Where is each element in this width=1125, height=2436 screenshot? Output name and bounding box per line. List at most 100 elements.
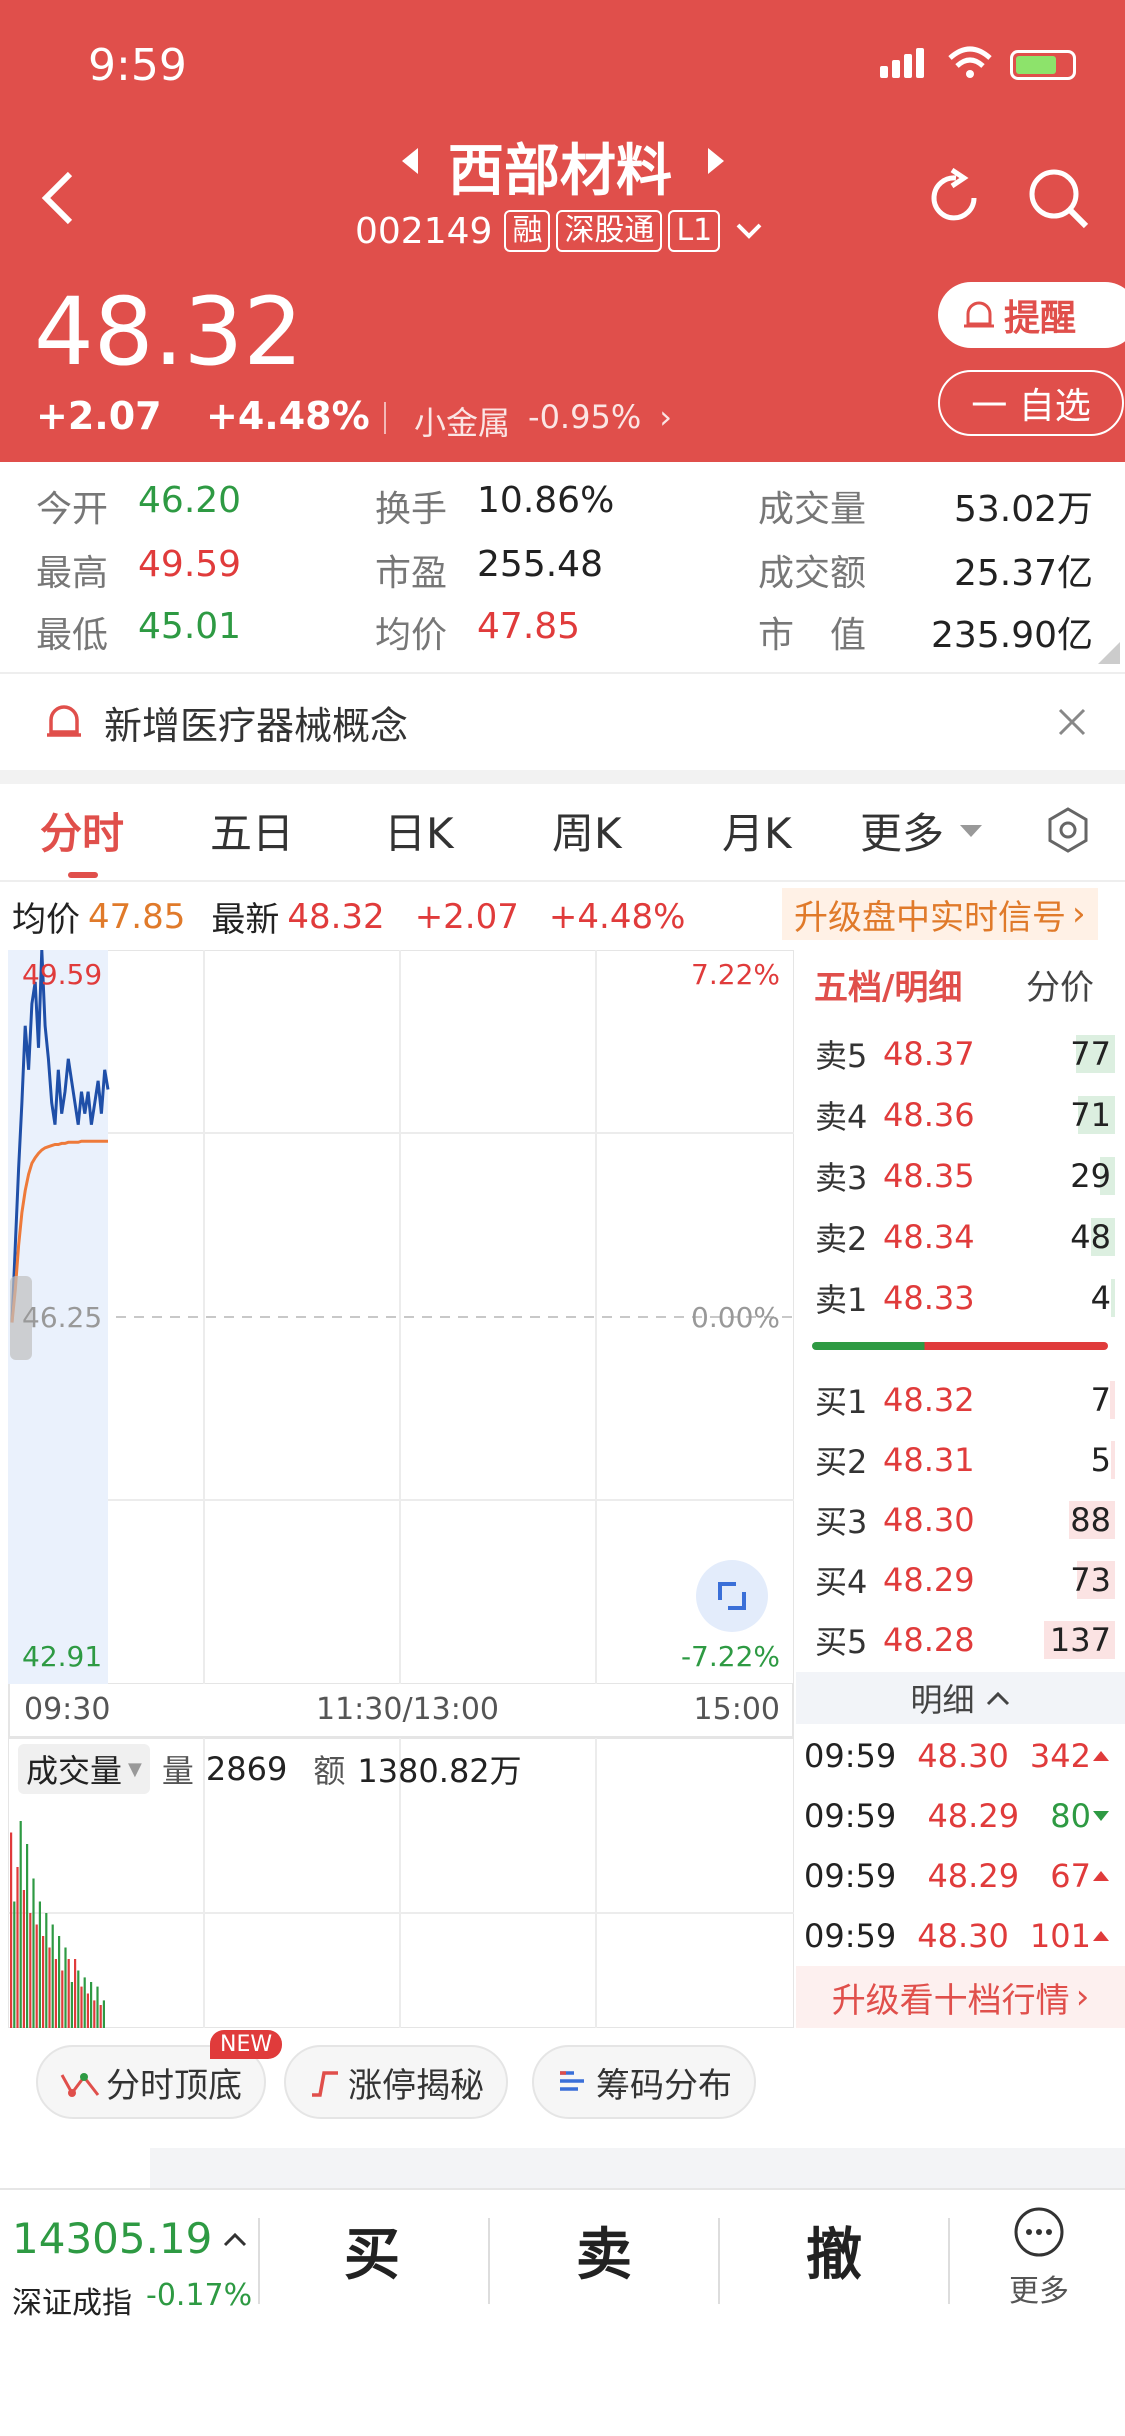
volume-bar (83, 1977, 86, 2028)
section-gap (0, 770, 1125, 784)
tab-daily-k[interactable]: 日K (384, 800, 454, 861)
related-concepts-strip (150, 2148, 1125, 2188)
settings-icon[interactable] (1044, 806, 1092, 854)
stock-code-row: 002149 融 深股通 L1 (355, 210, 764, 252)
index-info: 深证成指 -0.17% (12, 2278, 252, 2322)
remind-label: 提醒 (1004, 298, 1077, 339)
chevron-up-icon (986, 1691, 1009, 1706)
volume-bar (61, 1970, 64, 2028)
upgrade-signal-link[interactable]: 升级盘中实时信号 › (782, 888, 1098, 940)
close-icon[interactable] (1057, 707, 1087, 737)
back-icon[interactable] (40, 170, 76, 226)
tab-more[interactable]: 更多 (860, 800, 984, 861)
volume-bar (45, 1913, 48, 2028)
tab-intraday[interactable]: 分时 (40, 800, 124, 861)
bid-level-volume: 5 (1090, 1441, 1111, 1479)
status-time: 9:59 (88, 40, 187, 91)
bid-level[interactable]: 买5 48.28 137 (815, 1610, 1115, 1670)
ask-level[interactable]: 卖1 48.33 4 (815, 1268, 1115, 1328)
ask-level-label: 卖3 (815, 1159, 868, 1197)
more-button[interactable]: 更多 (1006, 2206, 1072, 2310)
expand-corner-icon[interactable] (1096, 640, 1122, 666)
bid-level[interactable]: 买1 48.32 7 (815, 1370, 1115, 1430)
watchlist-button[interactable]: 一 自选 (938, 370, 1124, 436)
search-icon[interactable] (1026, 166, 1092, 232)
chevron-right-icon: › (1072, 894, 1086, 934)
bid-level[interactable]: 买2 48.31 5 (815, 1430, 1115, 1490)
bid-level-label: 买3 (815, 1503, 868, 1541)
tool-chip-distribution[interactable]: 筹码分布 (532, 2045, 756, 2119)
cancel-button[interactable]: 撤 (806, 2210, 862, 2291)
ask-level-volume-cell: 77 (993, 1035, 1115, 1073)
low-label: 最低 (36, 615, 109, 656)
index-name: 深证成指 (12, 2286, 132, 2321)
bid-level-volume-cell: 73 (993, 1561, 1115, 1599)
bid-level-volume: 7 (1090, 1381, 1111, 1419)
volume-bar (86, 1993, 89, 2028)
volume-bar (70, 1982, 73, 2028)
high-value: 49.59 (138, 544, 242, 585)
chevron-down-icon[interactable] (734, 221, 764, 241)
volume-bar (102, 2000, 105, 2028)
price-change: +2.07 (36, 394, 162, 438)
volume-bar (54, 1959, 57, 2028)
upgrade-level10-link[interactable]: 升级看十档行情 › (796, 1966, 1125, 2028)
chevron-right-icon: › (659, 398, 673, 436)
ask-level[interactable]: 卖5 48.37 77 (815, 1024, 1115, 1084)
vol-value: 2869 (205, 1750, 288, 1788)
intraday-info: 均价 47.85 最新 48.32 +2.07 +4.48% (12, 892, 685, 941)
orderbook-tab-active[interactable]: 五档/明细 (814, 960, 962, 1009)
bid-level[interactable]: 买3 48.30 88 (815, 1490, 1115, 1550)
time-label-midday: 11:30/13:00 (316, 1692, 500, 1727)
tag-level: L1 (668, 210, 721, 252)
volume-bar (74, 1959, 77, 2028)
orderbook-tab-price[interactable]: 分价 (1026, 960, 1094, 1009)
bid-level-volume-cell: 5 (993, 1441, 1115, 1479)
tag-connect: 深股通 (556, 210, 663, 252)
bid-level-label: 买5 (815, 1623, 868, 1661)
bid-level-price: 48.32 (883, 1381, 975, 1419)
bid-level-price: 48.30 (883, 1501, 975, 1539)
ask-level[interactable]: 卖2 48.34 48 (815, 1207, 1115, 1267)
mcap-value: 235.90亿 (931, 615, 1093, 656)
caret-down-icon (960, 824, 983, 837)
prev-stock-icon[interactable] (398, 146, 422, 176)
next-stock-icon[interactable] (704, 146, 728, 176)
sector-link[interactable]: 小金属 -0.95% › (414, 398, 672, 444)
tab-weekly-k[interactable]: 周K (552, 800, 622, 861)
low-value: 45.01 (138, 606, 242, 647)
bid-level-volume-cell: 88 (993, 1501, 1115, 1539)
ask-level[interactable]: 卖3 48.35 29 (815, 1146, 1115, 1206)
notice-bar[interactable]: 新增医疗器械概念 (0, 674, 1125, 770)
amount-value: 25.37亿 (953, 553, 1093, 594)
open-value: 46.20 (138, 480, 242, 521)
tick-price: 48.29 (927, 1797, 1020, 1835)
tick-time: 09:59 (804, 1737, 897, 1775)
ticks-header[interactable]: 明细 (796, 1672, 1125, 1724)
tool-limit-up[interactable]: 涨停揭秘 (284, 2045, 508, 2119)
refresh-icon[interactable] (926, 168, 986, 228)
tab-monthly-k[interactable]: 月K (722, 800, 792, 861)
intraday-price-chart[interactable]: 49.59 46.25 42.91 7.22% 0.00% -7.22% (8, 950, 794, 1684)
pe-value: 255.48 (477, 544, 603, 585)
chevron-right-icon: › (1075, 1977, 1090, 2017)
buy-button[interactable]: 买 (344, 2210, 400, 2291)
ask-level[interactable]: 卖4 48.36 71 (815, 1085, 1115, 1145)
ask-level-volume-cell: 4 (993, 1279, 1115, 1317)
index-ticker[interactable]: 14305.19 (12, 2214, 248, 2263)
tab-five-day[interactable]: 五日 (210, 800, 294, 861)
new-badge: NEW (210, 2030, 283, 2059)
remind-button[interactable]: 提醒 (938, 282, 1125, 348)
sell-button[interactable]: 卖 (576, 2210, 632, 2291)
volume-bar (22, 1890, 25, 2028)
volume-indicator-select[interactable]: 成交量 ▼ (18, 1744, 150, 1794)
sector-name: 小金属 (414, 404, 511, 442)
bid-level-label: 买1 (815, 1383, 868, 1421)
tab-more-label: 更多 (860, 809, 945, 858)
bid-level-label: 买4 (815, 1563, 868, 1601)
trend-icon (60, 2073, 100, 2097)
ask-level-label: 卖5 (815, 1037, 868, 1075)
time-axis: 09:30 11:30/13:00 15:00 (8, 1684, 794, 1738)
volume-bar (29, 1913, 32, 2028)
bid-level[interactable]: 买4 48.29 73 (815, 1550, 1115, 1610)
